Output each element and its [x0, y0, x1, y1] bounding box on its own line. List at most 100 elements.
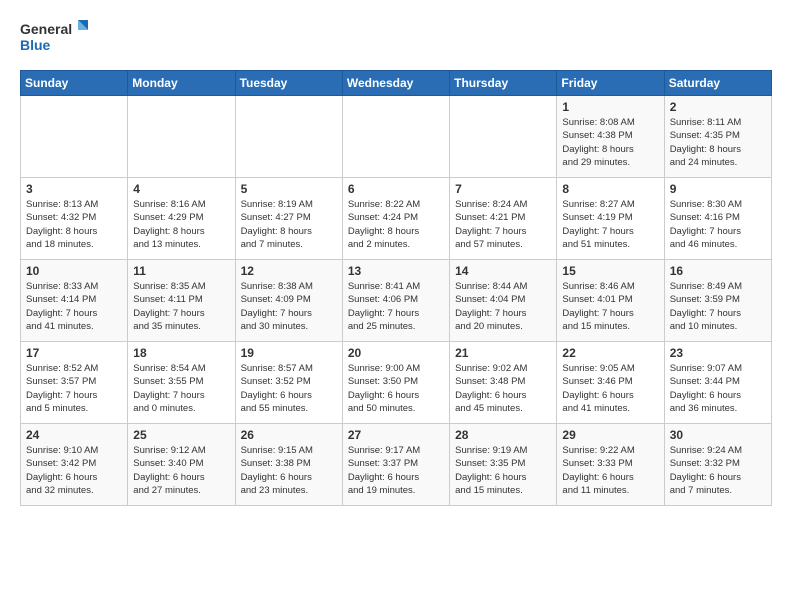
header-wednesday: Wednesday: [342, 71, 449, 96]
day-number: 3: [26, 182, 122, 196]
day-detail: Sunrise: 8:35 AM Sunset: 4:11 PM Dayligh…: [133, 280, 229, 333]
cell-week5-day1: 25Sunrise: 9:12 AM Sunset: 3:40 PM Dayli…: [128, 424, 235, 506]
cell-week4-day5: 22 Sunrise: 9:05 AM Sunset: 3:46 PM Dayli…: [557, 342, 664, 424]
cell-week1-day4: [450, 96, 557, 178]
header-monday: Monday: [128, 71, 235, 96]
cell-week4-day2: 19 Sunrise: 8:57 AM Sunset: 3:52 PM Dayli…: [235, 342, 342, 424]
cell-week1-day1: [128, 96, 235, 178]
day-detail: Sunrise: 8:54 AM Sunset: 3:55 PM Dayligh…: [133, 362, 229, 415]
day-detail: Sunrise: 8:44 AM Sunset: 4:04 PM Dayligh…: [455, 280, 551, 333]
cell-week4-day3: 20 Sunrise: 9:00 AM Sunset: 3:50 PM Dayli…: [342, 342, 449, 424]
day-number: 24: [26, 428, 122, 442]
day-number: 27: [348, 428, 444, 442]
header-friday: Friday: [557, 71, 664, 96]
header-thursday: Thursday: [450, 71, 557, 96]
cell-week5-day3: 27 Sunrise: 9:17 AM Sunset: 3:37 PM Dayli…: [342, 424, 449, 506]
day-detail: Sunrise: 8:41 AM Sunset: 4:06 PM Dayligh…: [348, 280, 444, 333]
day-detail: Sunrise: 8:49 AM Sunset: 3:59 PM Dayligh…: [670, 280, 766, 333]
cell-week5-day2: 26Sunrise: 9:15 AM Sunset: 3:38 PM Dayli…: [235, 424, 342, 506]
day-detail: Sunrise: 9:05 AM Sunset: 3:46 PM Dayligh…: [562, 362, 658, 415]
day-detail: Sunrise: 8:08 AM Sunset: 4:38 PM Dayligh…: [562, 116, 658, 169]
day-number: 14: [455, 264, 551, 278]
day-detail: Sunrise: 9:22 AM Sunset: 3:33 PM Dayligh…: [562, 444, 658, 497]
day-number: 28: [455, 428, 551, 442]
week-row-3: 10 Sunrise: 8:33 AM Sunset: 4:14 PM Dayli…: [21, 260, 772, 342]
day-detail: Sunrise: 8:30 AM Sunset: 4:16 PM Dayligh…: [670, 198, 766, 251]
day-number: 17: [26, 346, 122, 360]
week-row-4: 17 Sunrise: 8:52 AM Sunset: 3:57 PM Dayli…: [21, 342, 772, 424]
day-detail: Sunrise: 8:27 AM Sunset: 4:19 PM Dayligh…: [562, 198, 658, 251]
day-detail: Sunrise: 8:57 AM Sunset: 3:52 PM Dayligh…: [241, 362, 337, 415]
cell-week2-day5: 8 Sunrise: 8:27 AM Sunset: 4:19 PM Daylig…: [557, 178, 664, 260]
header-tuesday: Tuesday: [235, 71, 342, 96]
day-detail: Sunrise: 8:16 AM Sunset: 4:29 PM Dayligh…: [133, 198, 229, 251]
day-number: 11: [133, 264, 229, 278]
day-detail: Sunrise: 8:19 AM Sunset: 4:27 PM Dayligh…: [241, 198, 337, 251]
day-number: 2: [670, 100, 766, 114]
day-detail: Sunrise: 9:19 AM Sunset: 3:35 PM Dayligh…: [455, 444, 551, 497]
cell-week1-day2: [235, 96, 342, 178]
cell-week2-day1: 4Sunrise: 8:16 AM Sunset: 4:29 PM Daylig…: [128, 178, 235, 260]
calendar-page: General Blue SundayMondayTuesdayWednesda…: [0, 0, 792, 516]
cell-week2-day6: 9 Sunrise: 8:30 AM Sunset: 4:16 PM Daylig…: [664, 178, 771, 260]
cell-week4-day4: 21 Sunrise: 9:02 AM Sunset: 3:48 PM Dayli…: [450, 342, 557, 424]
day-detail: Sunrise: 8:11 AM Sunset: 4:35 PM Dayligh…: [670, 116, 766, 169]
day-number: 12: [241, 264, 337, 278]
day-detail: Sunrise: 8:24 AM Sunset: 4:21 PM Dayligh…: [455, 198, 551, 251]
day-detail: Sunrise: 8:22 AM Sunset: 4:24 PM Dayligh…: [348, 198, 444, 251]
day-number: 1: [562, 100, 658, 114]
day-number: 8: [562, 182, 658, 196]
week-row-2: 3 Sunrise: 8:13 AM Sunset: 4:32 PM Daylig…: [21, 178, 772, 260]
cell-week4-day0: 17 Sunrise: 8:52 AM Sunset: 3:57 PM Dayli…: [21, 342, 128, 424]
day-number: 6: [348, 182, 444, 196]
cell-week3-day6: 16Sunrise: 8:49 AM Sunset: 3:59 PM Dayli…: [664, 260, 771, 342]
day-number: 19: [241, 346, 337, 360]
day-detail: Sunrise: 8:38 AM Sunset: 4:09 PM Dayligh…: [241, 280, 337, 333]
day-number: 20: [348, 346, 444, 360]
day-detail: Sunrise: 8:52 AM Sunset: 3:57 PM Dayligh…: [26, 362, 122, 415]
day-number: 5: [241, 182, 337, 196]
day-detail: Sunrise: 9:15 AM Sunset: 3:38 PM Dayligh…: [241, 444, 337, 497]
cell-week3-day5: 15 Sunrise: 8:46 AM Sunset: 4:01 PM Dayli…: [557, 260, 664, 342]
cell-week3-day3: 13Sunrise: 8:41 AM Sunset: 4:06 PM Dayli…: [342, 260, 449, 342]
cell-week1-day3: [342, 96, 449, 178]
cell-week3-day0: 10 Sunrise: 8:33 AM Sunset: 4:14 PM Dayli…: [21, 260, 128, 342]
calendar-header: SundayMondayTuesdayWednesdayThursdayFrid…: [21, 71, 772, 96]
cell-week5-day4: 28 Sunrise: 9:19 AM Sunset: 3:35 PM Dayli…: [450, 424, 557, 506]
cell-week5-day5: 29 Sunrise: 9:22 AM Sunset: 3:33 PM Dayli…: [557, 424, 664, 506]
day-detail: Sunrise: 8:13 AM Sunset: 4:32 PM Dayligh…: [26, 198, 122, 251]
cell-week2-day0: 3 Sunrise: 8:13 AM Sunset: 4:32 PM Daylig…: [21, 178, 128, 260]
header-saturday: Saturday: [664, 71, 771, 96]
day-number: 22: [562, 346, 658, 360]
day-number: 30: [670, 428, 766, 442]
day-number: 15: [562, 264, 658, 278]
day-detail: Sunrise: 8:46 AM Sunset: 4:01 PM Dayligh…: [562, 280, 658, 333]
logo: General Blue: [20, 16, 90, 60]
day-number: 9: [670, 182, 766, 196]
cell-week1-day5: 1 Sunrise: 8:08 AM Sunset: 4:38 PM Daylig…: [557, 96, 664, 178]
svg-text:Blue: Blue: [20, 37, 51, 53]
cell-week3-day1: 11 Sunrise: 8:35 AM Sunset: 4:11 PM Dayli…: [128, 260, 235, 342]
week-row-1: 1 Sunrise: 8:08 AM Sunset: 4:38 PM Daylig…: [21, 96, 772, 178]
cell-week2-day4: 7Sunrise: 8:24 AM Sunset: 4:21 PM Daylig…: [450, 178, 557, 260]
day-number: 18: [133, 346, 229, 360]
day-detail: Sunrise: 9:00 AM Sunset: 3:50 PM Dayligh…: [348, 362, 444, 415]
cell-week5-day0: 24Sunrise: 9:10 AM Sunset: 3:42 PM Dayli…: [21, 424, 128, 506]
cell-week3-day2: 12 Sunrise: 8:38 AM Sunset: 4:09 PM Dayli…: [235, 260, 342, 342]
calendar-body: 1 Sunrise: 8:08 AM Sunset: 4:38 PM Daylig…: [21, 96, 772, 506]
header: General Blue: [20, 16, 772, 60]
day-detail: Sunrise: 9:17 AM Sunset: 3:37 PM Dayligh…: [348, 444, 444, 497]
day-detail: Sunrise: 9:02 AM Sunset: 3:48 PM Dayligh…: [455, 362, 551, 415]
day-detail: Sunrise: 9:24 AM Sunset: 3:32 PM Dayligh…: [670, 444, 766, 497]
cell-week4-day1: 18 Sunrise: 8:54 AM Sunset: 3:55 PM Dayli…: [128, 342, 235, 424]
calendar-table: SundayMondayTuesdayWednesdayThursdayFrid…: [20, 70, 772, 506]
day-number: 29: [562, 428, 658, 442]
day-detail: Sunrise: 9:07 AM Sunset: 3:44 PM Dayligh…: [670, 362, 766, 415]
header-sunday: Sunday: [21, 71, 128, 96]
day-detail: Sunrise: 8:33 AM Sunset: 4:14 PM Dayligh…: [26, 280, 122, 333]
day-number: 10: [26, 264, 122, 278]
svg-text:General: General: [20, 21, 72, 37]
day-number: 21: [455, 346, 551, 360]
cell-week2-day2: 5 Sunrise: 8:19 AM Sunset: 4:27 PM Daylig…: [235, 178, 342, 260]
week-row-5: 24Sunrise: 9:10 AM Sunset: 3:42 PM Dayli…: [21, 424, 772, 506]
